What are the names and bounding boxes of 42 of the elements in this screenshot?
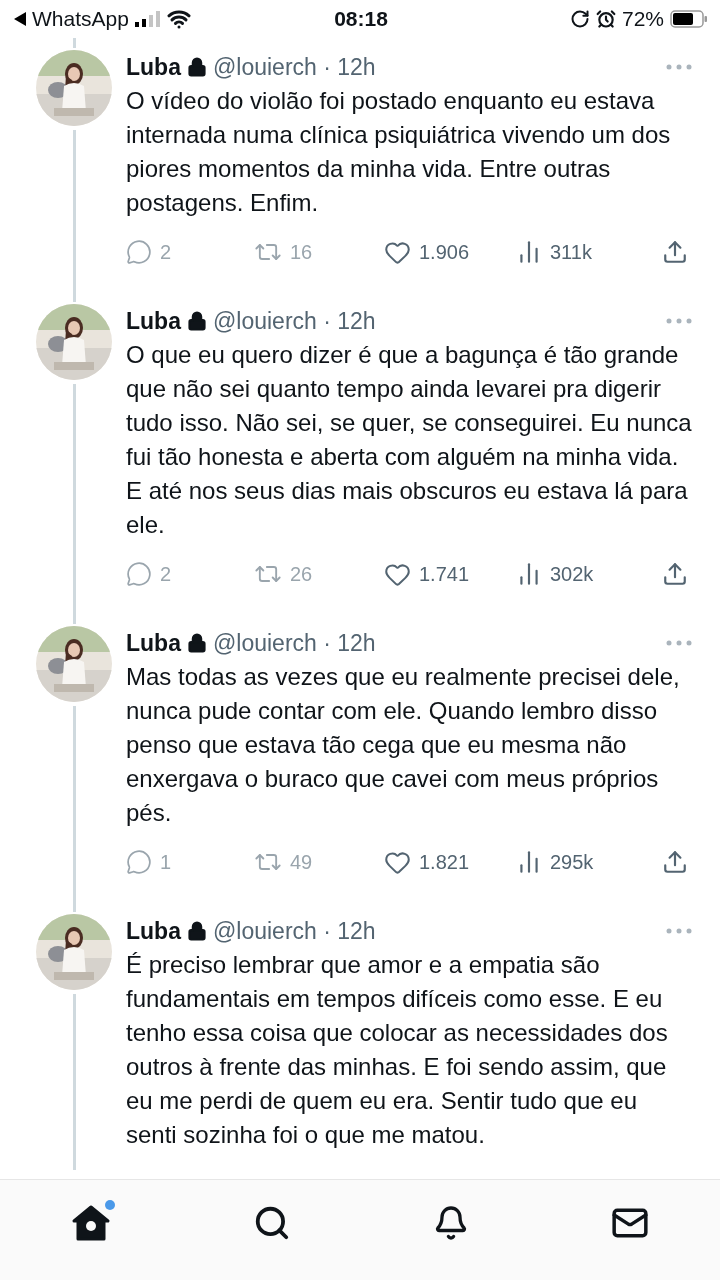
lock-icon: [186, 311, 207, 331]
like-count: 1.741: [419, 562, 470, 586]
author-name[interactable]: Luba: [126, 53, 181, 81]
battery-icon: [670, 10, 708, 28]
alarm-icon: [595, 9, 616, 29]
author-name[interactable]: Luba: [126, 917, 181, 945]
share-icon[interactable]: [662, 849, 688, 875]
notification-dot: [105, 1200, 115, 1210]
views-count: 302k: [550, 562, 594, 586]
tweet-text: O que eu quero dizer é que a bagunça é tão grande que não sei quanto tempo ainda levarei pra digerir tudo isso. Não sei, se quer, se conseguirei. Eu nunca fui tão honesta e aberta com alguém na minha vida. E até nos seus dias mais obscuros eu estava lá para ele.: [126, 340, 692, 540]
back-app-label[interactable]: WhatsApp: [32, 7, 129, 31]
author-name[interactable]: Luba: [126, 307, 181, 335]
views-count: 311k: [550, 240, 592, 264]
share-icon[interactable]: [662, 239, 688, 265]
reply-count: 2: [160, 240, 172, 264]
handle-and-time: @louierch · 12h: [212, 629, 377, 657]
retweet-count: 26: [290, 562, 313, 586]
tweet-text: É preciso lembrar que amor e a empatia são fundamentais em tempos difíceis como esse. E eu tenho essa coisa que colocar as necessidades dos outros à frente das minhas. E foi sendo assim, que eu me perdi de quem eu era. Sentir tudo que eu senti sozinha foi o que me matou.: [126, 950, 669, 1150]
signal-icon: [134, 11, 161, 27]
lock-icon: [186, 633, 207, 653]
lock-icon: [186, 57, 207, 77]
home-icon: [71, 1204, 111, 1242]
author-name[interactable]: Luba: [126, 629, 181, 657]
handle-and-time: @louierch · 12h: [212, 53, 377, 81]
reply-count: 2: [160, 562, 172, 586]
like-count: 1.906: [419, 240, 470, 264]
bell-icon: [433, 1205, 469, 1241]
handle-and-time: @louierch · 12h: [212, 917, 377, 945]
clock-time: 08:18: [334, 7, 388, 31]
lock-icon: [186, 921, 207, 941]
retweet-count: 16: [290, 240, 313, 264]
like-count: 1.821: [419, 850, 470, 874]
retweet-count: 49: [290, 850, 313, 874]
views-count: 295k: [550, 850, 594, 874]
handle-and-time: @louierch · 12h: [212, 307, 377, 335]
reply-count: 1: [160, 850, 172, 874]
tweet-text: O vídeo do violão foi postado enquanto eu estava internada numa clínica psiquiátrica vivendo um dos piores momentos da minha vida. Entre outras postagens. Enfim.: [126, 86, 672, 218]
tweet-text: Mas todas as vezes que eu realmente precisei dele, nunca pude contar com ele. Quando lembro disso penso que estava tão cega que eu mesma não enxergava o buraco que cavei com meus próprios pés.: [126, 662, 681, 828]
share-icon[interactable]: [662, 561, 688, 587]
battery-percent: 72%: [621, 7, 664, 31]
back-icon[interactable]: [14, 12, 26, 26]
search-icon: [253, 1204, 291, 1242]
